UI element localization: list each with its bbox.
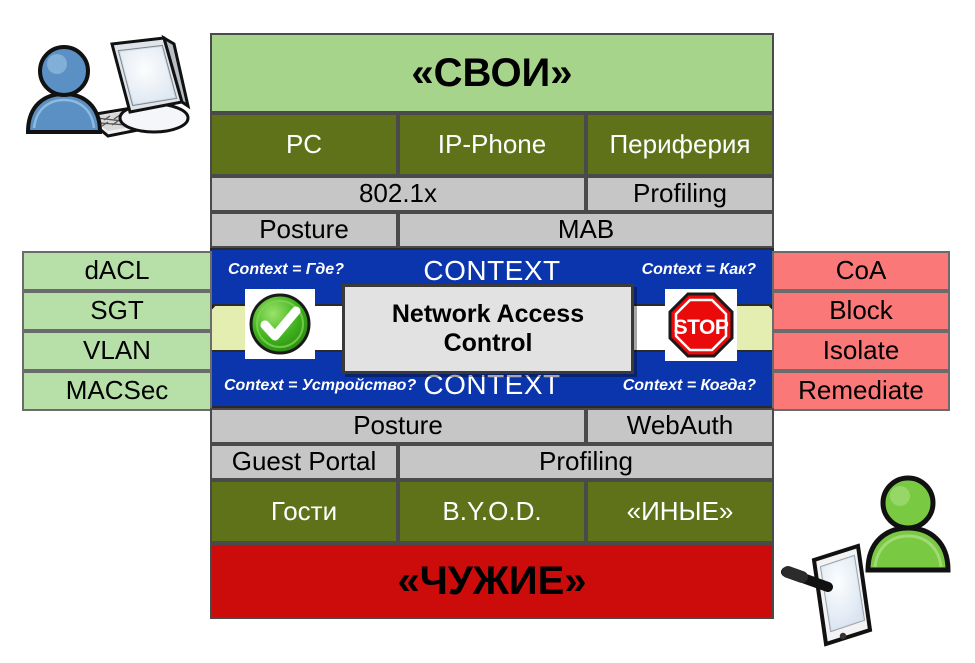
device-cell-pc: PC <box>210 113 398 176</box>
stop-sign-icon: STOP <box>665 289 737 361</box>
context-device-label: Context = Устройство? <box>224 377 417 394</box>
method-cell-posture-bottom: Posture <box>210 408 586 444</box>
network-access-control-label: Network Access Control <box>391 299 585 358</box>
device-cell-ip-phone: IP-Phone <box>398 113 586 176</box>
left-panel-item-macsec: MACSec <box>22 371 212 411</box>
context-where-label: Context = Где? <box>228 261 344 278</box>
network-access-control-box: Network Access Control <box>342 284 634 374</box>
context-how-label: Context = Как? <box>641 261 756 278</box>
context-when-label: Context = Когда? <box>622 377 756 394</box>
untrusted-header: «ЧУЖИЕ» <box>210 543 774 619</box>
left-panel-item-dacl: dACL <box>22 251 212 291</box>
method-cell-webauth: WebAuth <box>586 408 774 444</box>
device-cell-others: «ИНЫЕ» <box>586 480 774 543</box>
green-check-icon <box>245 289 315 359</box>
left-panel-item-sgt: SGT <box>22 291 212 331</box>
device-cell-guests: Гости <box>210 480 398 543</box>
right-panel-item-isolate: Isolate <box>772 331 950 371</box>
device-cell-peripherals: Периферия <box>586 113 774 176</box>
device-cell-byod: B.Y.O.D. <box>398 480 586 543</box>
nac-diagram: «СВОИ» PC IP-Phone Периферия 802.1x Prof… <box>0 0 975 663</box>
right-panel-item-remediate: Remediate <box>772 371 950 411</box>
right-panel-item-block: Block <box>772 291 950 331</box>
user-with-desktop-computer-icon <box>16 24 196 144</box>
method-cell-profiling-top: Profiling <box>586 176 774 212</box>
right-panel-item-coa: CoA <box>772 251 950 291</box>
method-cell-profiling-bottom: Profiling <box>398 444 774 480</box>
left-panel-item-vlan: VLAN <box>22 331 212 371</box>
method-cell-mab: MAB <box>398 212 774 248</box>
method-cell-guest-portal: Guest Portal <box>210 444 398 480</box>
trusted-header: «СВОИ» <box>210 33 774 113</box>
method-cell-8021x: 802.1x <box>210 176 586 212</box>
method-cell-posture-top: Posture <box>210 212 398 248</box>
stop-sign-text: STOP <box>674 316 729 339</box>
user-with-tablet-icon <box>780 468 960 653</box>
